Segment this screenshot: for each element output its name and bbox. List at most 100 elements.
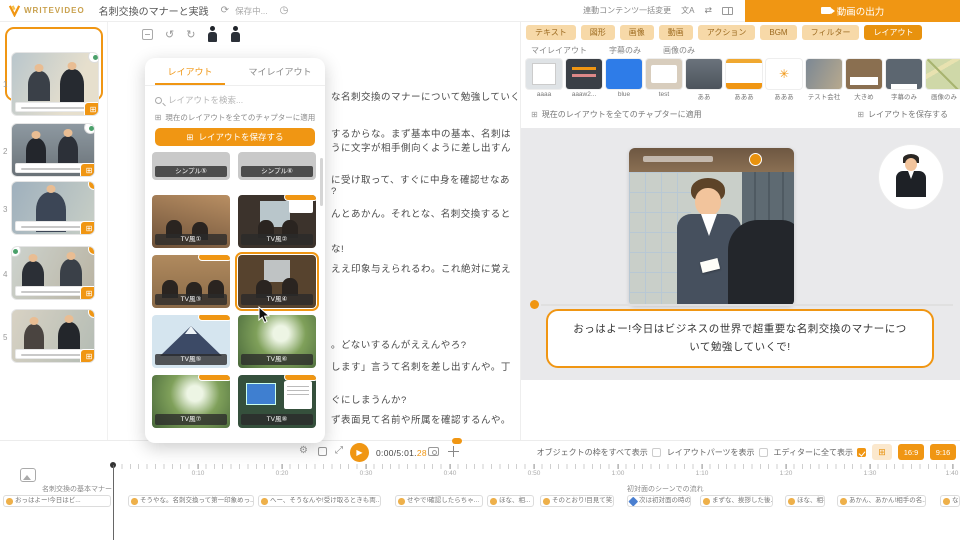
layout-option[interactable]: TV風① xyxy=(152,195,230,248)
popup-scrollbar[interactable] xyxy=(320,158,323,206)
layout-option[interactable]: TV風⑤ xyxy=(152,315,230,368)
layout-item[interactable]: aaaa xyxy=(526,59,562,101)
divider-handle[interactable] xyxy=(452,438,462,444)
tab-bgm[interactable]: BGM xyxy=(760,25,796,40)
layout-quick-button[interactable]: ⊞ xyxy=(80,163,94,176)
expand-icon[interactable]: ⤢ xyxy=(335,445,343,456)
timeline-clip[interactable]: へー、そうなんや!受け取るときも両... xyxy=(258,495,381,507)
apply-all-chapters[interactable]: ⊞ 現在のレイアウトを全てのチャプターに適用 xyxy=(531,109,702,120)
layout-item[interactable]: ああ xyxy=(686,59,722,101)
play-button[interactable]: ▶ xyxy=(350,443,369,462)
chapter-2-title[interactable]: 初対面のシーンでの流れ xyxy=(627,484,704,494)
layout-item[interactable]: test xyxy=(646,59,682,101)
guide-book-icon[interactable] xyxy=(722,7,733,15)
timeline-clip[interactable]: せやで!確認したらちゃ... xyxy=(395,495,483,507)
toggle-show-all-editor[interactable]: エディターに全て表示 xyxy=(774,447,866,458)
layout-item[interactable]: あああ xyxy=(726,59,762,101)
aspect-9-16-button[interactable]: 9:16 xyxy=(930,444,956,460)
script-line[interactable]: んとあかん。それとな、名刺交換すると xyxy=(331,206,511,220)
video-preview[interactable] xyxy=(629,148,794,306)
layout-toggle-icon[interactable] xyxy=(142,29,153,40)
tab-shape[interactable]: 図形 xyxy=(581,25,615,40)
popup-apply-all[interactable]: ⊞ 現在のレイアウトを全てのチャプターに適用 xyxy=(145,112,325,123)
filter-image-only[interactable]: 画像のみ xyxy=(663,45,695,56)
script-line[interactable]: ? xyxy=(331,186,337,197)
layout-quick-button[interactable]: ⊞ xyxy=(84,102,98,115)
tab-text[interactable]: テキスト xyxy=(526,25,576,40)
layout-option[interactable]: TV風⑦ xyxy=(152,375,230,428)
undo-icon[interactable]: ↺ xyxy=(165,28,174,41)
search-input[interactable] xyxy=(168,95,308,105)
layout-item[interactable]: 字幕のみ xyxy=(886,59,922,101)
layout-option-selected[interactable]: TV風④ xyxy=(238,255,316,308)
script-line[interactable]: な! xyxy=(331,241,344,255)
chapter-thumb-3[interactable]: ⊞ xyxy=(12,182,94,234)
toggle-layout-parts[interactable]: レイアウトパーツを表示 xyxy=(667,447,768,458)
timeline-clip[interactable]: ほな、相... xyxy=(487,495,534,507)
script-line[interactable]: 。どないするんがええんやろ? xyxy=(331,337,467,351)
save-layout-button[interactable]: ⊞ レイアウトを保存する xyxy=(155,128,315,146)
layout-option[interactable]: TV風⑧ xyxy=(238,375,316,428)
script-line[interactable]: ず表面見て名前や所属を確認するんや。 xyxy=(331,412,511,426)
export-video-button[interactable]: 動画の出力 xyxy=(745,0,960,22)
redo-icon[interactable]: ↻ xyxy=(186,28,195,41)
layout-quick-button[interactable]: ⊞ xyxy=(80,349,94,362)
timeline-clip[interactable]: そのとおり!目見て笑... xyxy=(540,495,614,507)
layout-item[interactable]: テスト会社 xyxy=(806,59,842,101)
timeline-ruler[interactable] xyxy=(113,464,958,469)
layout-option[interactable]: TV風② xyxy=(238,195,316,248)
layout-option[interactable]: シンプル⑤ xyxy=(152,152,230,180)
bulk-change-label[interactable]: 連動コンテンツ一括変更 xyxy=(583,5,671,16)
layout-item[interactable]: 大きめ xyxy=(846,59,882,101)
chapter-thumb-1[interactable]: ⊞ xyxy=(12,53,98,115)
character-1-icon[interactable] xyxy=(207,26,218,42)
popup-tab-layout[interactable]: レイアウト xyxy=(145,58,235,85)
script-line[interactable]: な名刺交換のマナーについて勉強していく xyxy=(331,89,520,103)
refresh-icon[interactable]: ⟳ xyxy=(221,5,229,16)
toggle-object-frames[interactable]: オブジェクトの枠をすべて表示 xyxy=(537,447,661,458)
layout-option[interactable]: シンプル⑥ xyxy=(238,152,316,180)
chapter-image-icon[interactable] xyxy=(20,468,36,482)
popup-tab-my-layout[interactable]: マイレイアウト xyxy=(235,58,325,85)
layout-item[interactable]: ✳あああ xyxy=(766,59,802,101)
presenter-avatar[interactable] xyxy=(879,145,943,209)
tab-filter[interactable]: フィルター xyxy=(802,25,860,40)
script-line[interactable]: ええ印象与えられるわ。これ絶対に覚え xyxy=(331,261,511,275)
move-tool-icon[interactable] xyxy=(448,446,459,457)
layout-item[interactable]: 画像のみ xyxy=(926,59,960,101)
history-icon[interactable]: ◷ xyxy=(280,5,289,16)
subtitle-box[interactable]: おっはよー!今日はビジネスの世界で超重要な名刺交換のマナーについて勉強していくで… xyxy=(546,309,934,368)
tab-action[interactable]: アクション xyxy=(698,25,756,40)
layout-option[interactable]: TV風③ xyxy=(152,255,230,308)
script-line[interactable]: うに文字が相手側向くように差し出すん xyxy=(331,140,511,154)
timeline-clip[interactable]: おっはよー!今日はビ... xyxy=(3,495,111,507)
character-2-icon[interactable] xyxy=(230,26,241,42)
tab-video[interactable]: 動画 xyxy=(659,25,693,40)
snapshot-icon[interactable] xyxy=(428,447,439,456)
seek-handle[interactable] xyxy=(530,300,539,309)
script-line[interactable]: に受け取って、すぐに中身を確認せなあ xyxy=(331,172,510,186)
translate-icon[interactable]: 文A xyxy=(681,5,694,16)
tab-image[interactable]: 画像 xyxy=(620,25,654,40)
layout-option[interactable]: TV風⑥ xyxy=(238,315,316,368)
fit-frame-icon[interactable] xyxy=(318,447,327,456)
timeline-clip[interactable]: ほな、相手... xyxy=(785,495,825,507)
timeline-clip[interactable]: あかん、あかん!相手の名... xyxy=(837,495,926,507)
timeline-clip[interactable]: まずな、挨拶した後... xyxy=(700,495,773,507)
filter-subtitle-only[interactable]: 字幕のみ xyxy=(609,45,641,56)
cast-icon[interactable]: ⇄ xyxy=(704,5,712,16)
timeline-clip[interactable]: 次は初対面の時の... xyxy=(627,495,691,507)
timeline-clip[interactable]: そうやな。名刺交換って第一印象めっ... xyxy=(128,495,254,507)
layout-quick-button[interactable]: ⊞ xyxy=(80,221,94,234)
chapter-thumb-5[interactable]: ⊞ xyxy=(12,310,94,362)
layout-item[interactable]: blue xyxy=(606,59,642,101)
settings-icon[interactable]: ⚙ xyxy=(299,445,308,456)
checkbox-unchecked[interactable] xyxy=(759,448,768,457)
chapter-1-title[interactable]: 名刺交換の基本マナー xyxy=(42,484,112,494)
caption-tool-button[interactable]: ⊞ xyxy=(872,444,892,460)
layout-quick-button[interactable]: ⊞ xyxy=(80,286,94,299)
chapter-thumb-2[interactable]: ⊞ xyxy=(12,124,94,176)
timeline-clip[interactable]: な... xyxy=(940,495,960,507)
seek-track[interactable] xyxy=(541,304,953,306)
save-layout-link[interactable]: ⊞ レイアウトを保存する xyxy=(857,109,948,120)
